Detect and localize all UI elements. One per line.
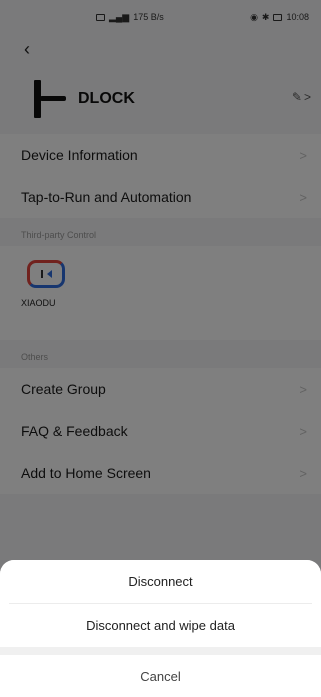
sheet-gap bbox=[0, 647, 321, 655]
disconnect-wipe-button[interactable]: Disconnect and wipe data bbox=[0, 604, 321, 647]
sheet-options: Disconnect Disconnect and wipe data bbox=[0, 560, 321, 647]
disconnect-action-sheet: Disconnect Disconnect and wipe data Canc… bbox=[0, 560, 321, 697]
disconnect-button[interactable]: Disconnect bbox=[0, 560, 321, 603]
cancel-button[interactable]: Cancel bbox=[0, 655, 321, 697]
